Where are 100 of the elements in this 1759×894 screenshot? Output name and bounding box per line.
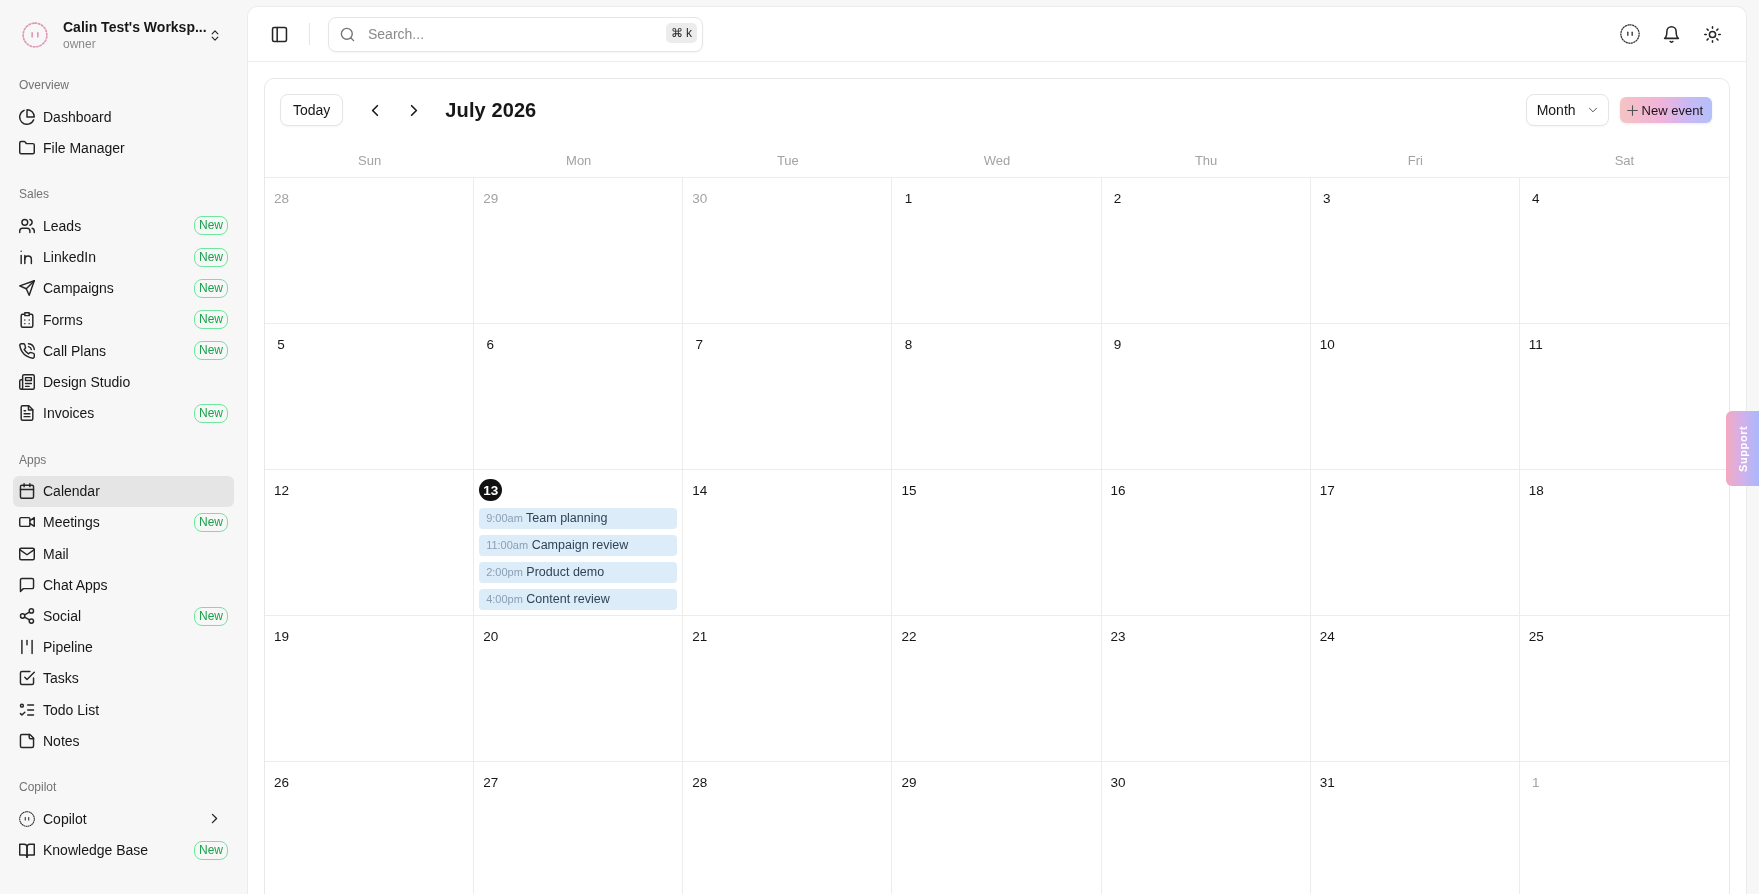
today-button[interactable]: Today <box>280 94 344 126</box>
sidebar-item[interactable]: Knowledge Base New <box>13 834 234 866</box>
day-number: 16 <box>1109 481 1127 500</box>
sidebar-item[interactable]: Mail <box>13 538 234 570</box>
day-number: 12 <box>273 481 291 500</box>
share-icon <box>19 608 35 625</box>
day-number: 31 <box>1318 773 1336 792</box>
sidebar-item[interactable]: Calendar <box>13 475 234 507</box>
sun-icon <box>1703 25 1721 43</box>
day-number: 19 <box>273 627 291 646</box>
workspace-role: owner <box>63 37 96 51</box>
dotted-face-icon <box>1620 24 1640 44</box>
day-number: 1 <box>1531 773 1541 792</box>
envelope-icon <box>19 545 35 562</box>
view-dropdown[interactable]: Month <box>1525 94 1609 126</box>
linkedin-icon <box>19 249 35 266</box>
day-number: 18 <box>1527 481 1545 500</box>
new-badge: New <box>194 216 228 236</box>
book-icon <box>19 842 35 859</box>
section-label: Copilot <box>19 779 57 797</box>
section-label: Apps <box>19 451 47 469</box>
new-badge: New <box>194 840 228 860</box>
day-number: 8 <box>903 335 914 354</box>
day-number: 4 <box>1531 189 1541 208</box>
sidebar-item[interactable]: Forms New <box>13 303 234 336</box>
weekday-label: Mon <box>566 152 592 168</box>
day-number: 29 <box>482 189 500 208</box>
new-badge: New <box>194 341 228 361</box>
sidebar-item[interactable]: Campaigns New <box>13 272 234 304</box>
weekday-label: Wed <box>983 152 1011 168</box>
sidebar-item[interactable]: LinkedIn New <box>13 241 234 273</box>
chevron-left-icon <box>371 103 380 117</box>
chevron-right-icon <box>211 813 218 825</box>
sidebar-icon <box>270 25 288 43</box>
weekday-label: Tue <box>776 152 799 168</box>
day-number: 30 <box>691 189 709 208</box>
new-badge: New <box>194 278 228 298</box>
weekday-label: Sun <box>358 152 382 168</box>
month-title: July 2026 <box>445 98 537 122</box>
sidebar-item[interactable]: Social New <box>13 600 234 632</box>
newspaper-icon <box>19 373 35 390</box>
day-number: 9 <box>1112 335 1123 354</box>
sidebar-item[interactable]: Dashboard <box>13 101 234 133</box>
event-chip[interactable]: 9:00am Team planning <box>479 508 678 529</box>
new-badge: New <box>194 512 228 532</box>
plus-icon <box>1626 104 1638 116</box>
workspace-name: Calin Test's Worksp... <box>63 19 207 35</box>
day-number: 30 <box>1109 773 1127 792</box>
new-event-button[interactable]: New event <box>1619 97 1712 123</box>
chevron-down-icon <box>1587 107 1598 113</box>
sidebar-item[interactable]: Meetings New <box>13 506 234 539</box>
day-number: 11 <box>1527 335 1544 354</box>
day-number: 17 <box>1318 481 1336 500</box>
sidebar-item[interactable]: Design Studio <box>13 366 234 398</box>
day-number: 10 <box>1318 335 1336 354</box>
new-badge: New <box>194 606 228 626</box>
day-number: 20 <box>482 627 500 646</box>
day-number: 6 <box>485 335 495 354</box>
event-chip[interactable]: 11:00am Campaign review <box>479 535 678 556</box>
folder-icon <box>19 139 35 156</box>
sidebar-item[interactable]: Tasks <box>13 662 234 694</box>
sidebar-item[interactable]: Pipeline <box>13 631 234 663</box>
sidebar-item[interactable]: Invoices New <box>13 397 234 429</box>
event-chip[interactable]: 2:00pm Product demo <box>479 562 678 583</box>
sidebar-item[interactable]: Call Plans New <box>13 335 234 367</box>
sidebar-item[interactable]: Notes <box>13 725 234 757</box>
checklist-icon <box>19 701 35 718</box>
sidebar-item[interactable]: File Manager <box>13 132 234 164</box>
columns-icon <box>19 639 35 656</box>
chevron-right-icon <box>410 103 419 117</box>
sidebar-item[interactable]: Leads New <box>13 210 234 242</box>
new-badge: New <box>194 310 228 330</box>
sidebar-item[interactable]: Copilot <box>13 803 234 835</box>
day-number: 15 <box>900 481 918 500</box>
dotted-face-icon <box>22 22 48 48</box>
section-label: Sales <box>19 186 50 204</box>
document-icon <box>19 405 35 422</box>
phone-icon <box>19 342 35 359</box>
day-number: 23 <box>1109 627 1127 646</box>
new-badge: New <box>194 403 228 423</box>
sidebar-item[interactable]: Chat Apps <box>13 569 234 601</box>
sidebar-item[interactable]: Todo List <box>13 694 234 726</box>
day-number: 7 <box>694 335 705 354</box>
event-chip[interactable]: 4:00pm Content review <box>479 589 678 610</box>
day-number: 1 <box>903 189 914 208</box>
chevrons-up-down-icon[interactable] <box>211 28 219 42</box>
new-badge: New <box>194 247 228 267</box>
calendar-icon <box>19 483 35 500</box>
pie-chart-icon <box>19 108 35 125</box>
day-number: 13 <box>479 479 503 501</box>
weekday-label: Fri <box>1407 152 1423 168</box>
day-number: 22 <box>900 627 918 646</box>
day-number: 29 <box>900 773 918 792</box>
bell-icon <box>1662 25 1680 43</box>
users-icon <box>19 217 35 234</box>
day-number: 27 <box>482 773 500 792</box>
day-number: 5 <box>276 335 286 354</box>
day-number: 24 <box>1318 627 1336 646</box>
search-icon <box>340 26 355 42</box>
day-number: 25 <box>1527 627 1545 646</box>
